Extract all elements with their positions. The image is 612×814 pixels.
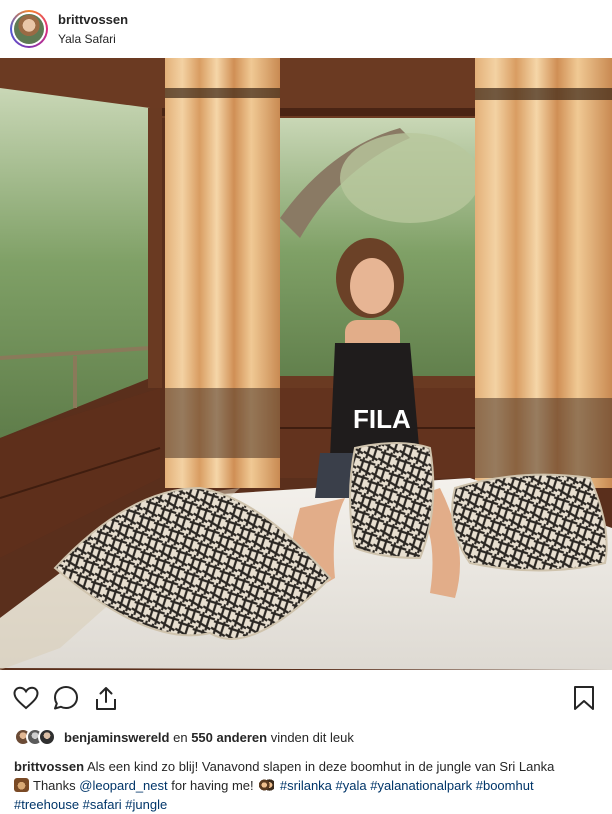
- bookmark-icon: [574, 685, 594, 710]
- post-location[interactable]: Yala Safari: [58, 31, 128, 47]
- caption-username[interactable]: brittvossen: [14, 759, 84, 774]
- likes-count[interactable]: 550 anderen: [191, 730, 267, 745]
- mention-link[interactable]: @leopard_nest: [79, 778, 167, 793]
- likes-row: benjaminswereld en 550 anderen vinden di…: [0, 725, 612, 749]
- hashtags-line-2[interactable]: #treehouse #safari #jungle: [14, 797, 167, 812]
- caption-text-2: for having me!: [171, 778, 254, 793]
- share-button[interactable]: [92, 684, 120, 712]
- post-photo[interactable]: FILA: [0, 58, 612, 670]
- likes-suffix: vinden dit leuk: [270, 729, 354, 745]
- monkey-emoji-icon: [14, 778, 29, 792]
- profile-avatar[interactable]: [10, 10, 48, 48]
- comment-icon: [54, 685, 78, 709]
- header-text: brittvossen Yala Safari: [58, 11, 128, 47]
- post-actions: [0, 670, 612, 725]
- post-caption: brittvossen Als een kind zo blij! Vanavo…: [0, 749, 612, 814]
- photo-treehouse-bedroom: FILA: [0, 58, 612, 670]
- heart-icon: [13, 686, 39, 709]
- caption-text: Als een kind zo blij! Vanavond slapen in…: [86, 759, 555, 774]
- save-button[interactable]: [570, 684, 598, 712]
- like-button[interactable]: [12, 684, 40, 712]
- liker-username[interactable]: benjaminswereld: [64, 730, 169, 745]
- svg-text:FILA: FILA: [353, 404, 411, 434]
- share-icon: [96, 686, 116, 710]
- liker-avatar: [38, 728, 56, 746]
- post-username[interactable]: brittvossen: [58, 11, 128, 28]
- girls-emoji-icon: [259, 778, 275, 792]
- liker-avatars[interactable]: [14, 728, 56, 746]
- likes-text: benjaminswereld en 550 anderen vinden di…: [64, 730, 354, 745]
- likes-middle: en: [173, 729, 188, 745]
- comment-button[interactable]: [52, 684, 80, 712]
- post-header: brittvossen Yala Safari: [0, 0, 612, 58]
- hashtags-line-1[interactable]: #srilanka #yala #yalanationalpark #boomh…: [280, 778, 534, 793]
- caption-thanks: Thanks: [33, 778, 76, 793]
